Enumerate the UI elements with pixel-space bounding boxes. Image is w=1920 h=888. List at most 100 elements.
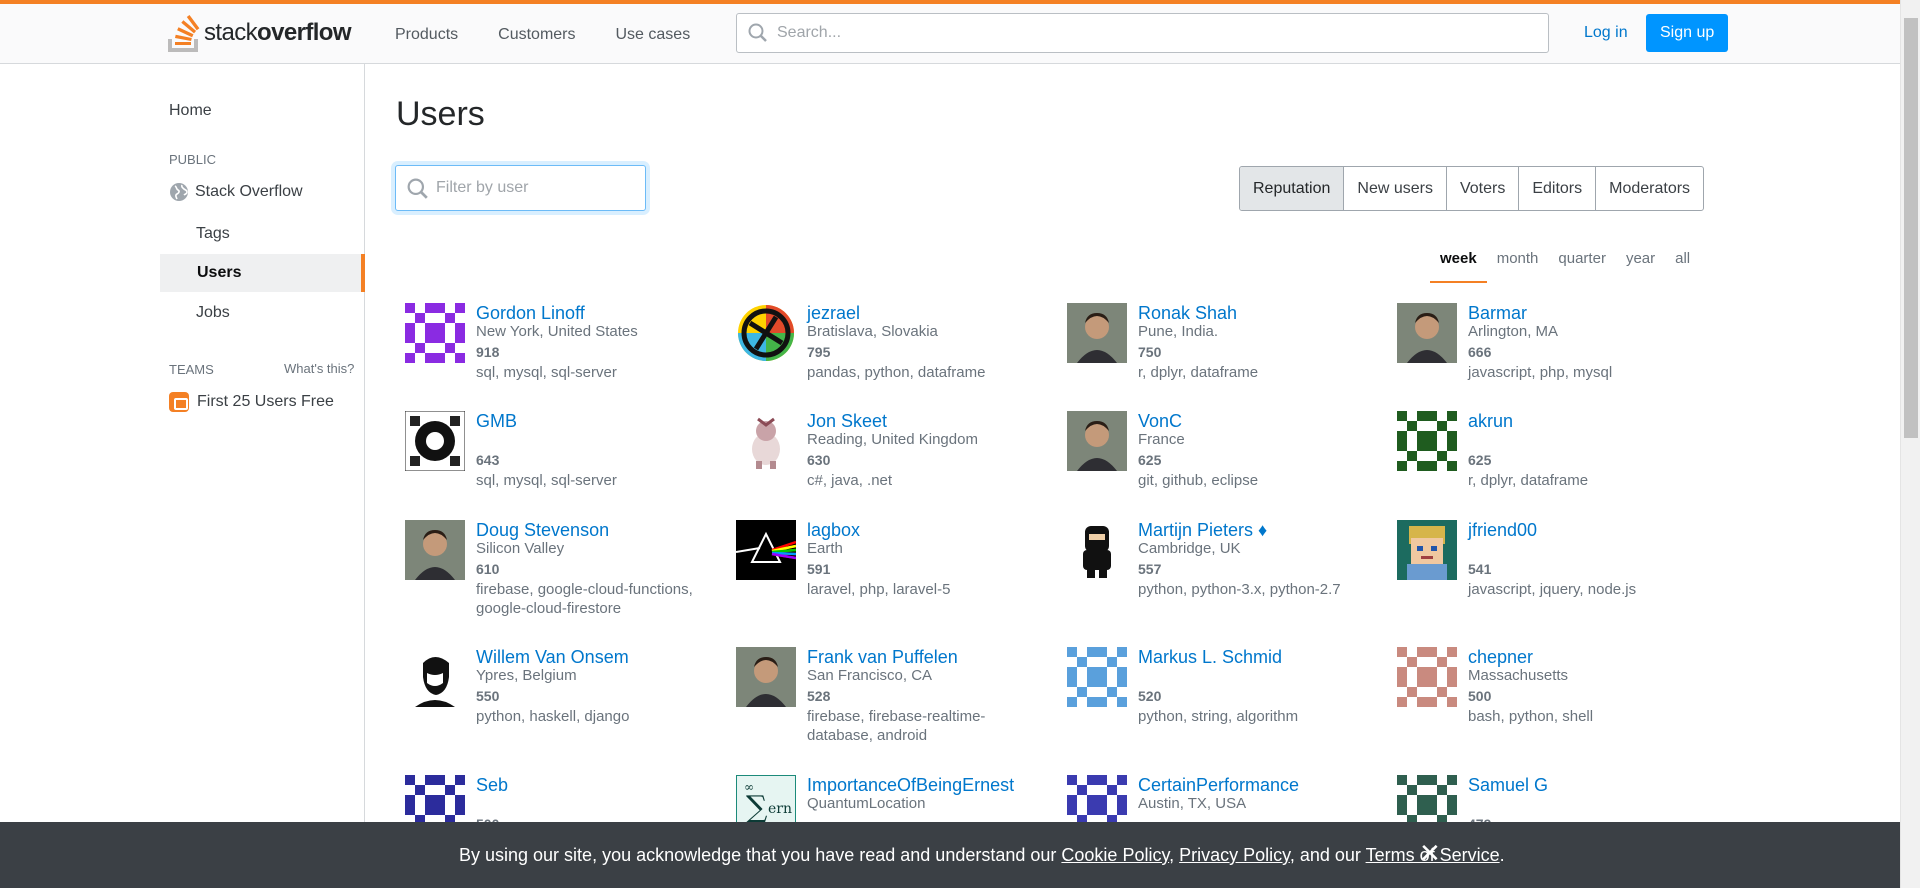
stackoverflow-logo[interactable]: stackoverflow bbox=[168, 13, 352, 53]
avatar[interactable] bbox=[405, 303, 465, 363]
user-reputation: 625 bbox=[1138, 452, 1162, 468]
tab-new-users[interactable]: New users bbox=[1343, 167, 1446, 210]
avatar[interactable] bbox=[736, 411, 796, 471]
user-name-link[interactable]: jfriend00 bbox=[1468, 520, 1696, 540]
period-year[interactable]: year bbox=[1616, 250, 1665, 283]
avatar[interactable] bbox=[1397, 303, 1457, 363]
user-reputation: 528 bbox=[807, 688, 831, 704]
user-location: Cambridge, UK bbox=[1138, 540, 1241, 557]
user-name-link[interactable]: Gordon Linoff bbox=[476, 303, 704, 323]
user-name-link[interactable]: chepner bbox=[1468, 647, 1696, 667]
avatar[interactable] bbox=[405, 520, 465, 580]
user-tags: sql, mysql, sql-server bbox=[476, 472, 617, 489]
user-location bbox=[1138, 667, 1366, 685]
briefcase-icon bbox=[169, 392, 189, 412]
sidebar-section-teams: TEAMS bbox=[169, 362, 214, 377]
period-filter: week month quarter year all bbox=[1430, 250, 1700, 283]
avatar[interactable] bbox=[1397, 520, 1457, 580]
privacy-policy-link[interactable]: Privacy Policy bbox=[1179, 845, 1290, 865]
user-location: Massachusetts bbox=[1468, 667, 1569, 684]
top-bar: stackoverflow Products Customers Use cas… bbox=[0, 0, 1900, 64]
period-all[interactable]: all bbox=[1665, 250, 1700, 283]
tab-editors[interactable]: Editors bbox=[1518, 167, 1595, 210]
user-tags: firebase, google-cloud-functions, google… bbox=[476, 581, 693, 617]
cookie-banner: By using our site, you acknowledge that … bbox=[0, 822, 1900, 888]
avatar[interactable] bbox=[1067, 411, 1127, 471]
nav-products[interactable]: Products bbox=[375, 18, 478, 52]
period-quarter[interactable]: quarter bbox=[1548, 250, 1616, 283]
user-name-link[interactable]: Barmar bbox=[1468, 303, 1696, 323]
user-name-link[interactable]: Willem Van Onsem bbox=[476, 647, 704, 667]
whats-this-link[interactable]: What's this? bbox=[284, 361, 354, 376]
avatar[interactable] bbox=[405, 647, 465, 707]
signup-button[interactable]: Sign up bbox=[1646, 14, 1729, 52]
search-icon bbox=[407, 178, 428, 199]
filter-box[interactable] bbox=[395, 165, 646, 211]
user-tags: laravel, php, laravel-5 bbox=[807, 581, 951, 598]
sidebar-item-home[interactable]: Home bbox=[169, 102, 212, 120]
sidebar-item-jobs[interactable]: Jobs bbox=[196, 304, 230, 322]
user-reputation: 795 bbox=[807, 344, 831, 360]
avatar[interactable] bbox=[1397, 411, 1457, 471]
user-tags: pandas, python, dataframe bbox=[807, 364, 986, 381]
user-name-link[interactable]: GMB bbox=[476, 411, 704, 431]
top-nav: Products Customers Use cases bbox=[375, 18, 710, 52]
sidebar-item-users[interactable]: Users bbox=[160, 254, 365, 292]
close-icon[interactable]: ✕ bbox=[1419, 838, 1441, 868]
sidebar-item-tags[interactable]: Tags bbox=[196, 225, 230, 243]
search-input[interactable] bbox=[777, 23, 1517, 43]
cookie-policy-link[interactable]: Cookie Policy bbox=[1061, 845, 1169, 865]
scrollbar[interactable] bbox=[1900, 0, 1920, 888]
svg-text:∞: ∞ bbox=[744, 780, 754, 794]
avatar[interactable] bbox=[736, 303, 796, 363]
user-tags: c#, java, .net bbox=[807, 472, 893, 489]
user-name-link[interactable]: Doug Stevenson bbox=[476, 520, 704, 540]
user-location bbox=[1468, 795, 1696, 813]
user-tags: python, haskell, django bbox=[476, 708, 630, 725]
stack-logo-icon bbox=[168, 14, 200, 52]
search-box[interactable] bbox=[736, 13, 1549, 53]
user-reputation: 591 bbox=[807, 561, 831, 577]
scrollbar-thumb[interactable] bbox=[1904, 18, 1918, 438]
cookie-text: By using our site, you acknowledge that … bbox=[459, 845, 1505, 865]
tab-reputation[interactable]: Reputation bbox=[1240, 167, 1344, 210]
nav-use-cases[interactable]: Use cases bbox=[596, 18, 711, 52]
filter-input[interactable] bbox=[436, 179, 636, 197]
user-name-link[interactable]: ImportanceOfBeingErnest bbox=[807, 775, 1035, 795]
user-name-link[interactable]: Martijn Pieters ♦ bbox=[1138, 520, 1366, 540]
avatar[interactable] bbox=[1067, 647, 1127, 707]
sidebar-item-stack-overflow[interactable]: Stack Overflow bbox=[169, 182, 303, 202]
user-name-link[interactable]: Seb bbox=[476, 775, 704, 795]
user-name-link[interactable]: Frank van Puffelen bbox=[807, 647, 1035, 667]
user-tags: python, python-3.x, python-2.7 bbox=[1138, 581, 1341, 598]
user-reputation: 557 bbox=[1138, 561, 1162, 577]
user-name-link[interactable]: VonC bbox=[1138, 411, 1366, 431]
avatar[interactable] bbox=[1067, 520, 1127, 580]
avatar[interactable] bbox=[736, 520, 796, 580]
svg-text:∑: ∑ bbox=[746, 790, 768, 825]
tab-voters[interactable]: Voters bbox=[1445, 167, 1518, 210]
user-name-link[interactable]: Jon Skeet bbox=[807, 411, 1035, 431]
avatar[interactable] bbox=[1067, 303, 1127, 363]
user-name-link[interactable]: jezrael bbox=[807, 303, 1035, 323]
user-name-link[interactable]: Markus L. Schmid bbox=[1138, 647, 1366, 667]
nav-customers[interactable]: Customers bbox=[478, 18, 595, 52]
user-location: France bbox=[1138, 431, 1185, 448]
user-name-link[interactable]: Ronak Shah bbox=[1138, 303, 1366, 323]
user-name-link[interactable]: akrun bbox=[1468, 411, 1696, 431]
login-button[interactable]: Log in bbox=[1570, 14, 1642, 52]
user-reputation: 625 bbox=[1468, 452, 1492, 468]
user-name-link[interactable]: lagbox bbox=[807, 520, 1035, 540]
sidebar-item-teams-free[interactable]: First 25 Users Free bbox=[169, 392, 334, 412]
user-reputation: 918 bbox=[476, 344, 500, 360]
period-week[interactable]: week bbox=[1430, 250, 1487, 283]
period-month[interactable]: month bbox=[1487, 250, 1549, 283]
user-name-link[interactable]: CertainPerformance bbox=[1138, 775, 1366, 795]
avatar[interactable] bbox=[1397, 647, 1457, 707]
tab-moderators[interactable]: Moderators bbox=[1595, 167, 1703, 210]
avatar[interactable] bbox=[405, 411, 465, 471]
search-icon bbox=[748, 23, 767, 42]
user-name-link[interactable]: Samuel G bbox=[1468, 775, 1696, 795]
avatar[interactable] bbox=[736, 647, 796, 707]
user-reputation: 750 bbox=[1138, 344, 1162, 360]
